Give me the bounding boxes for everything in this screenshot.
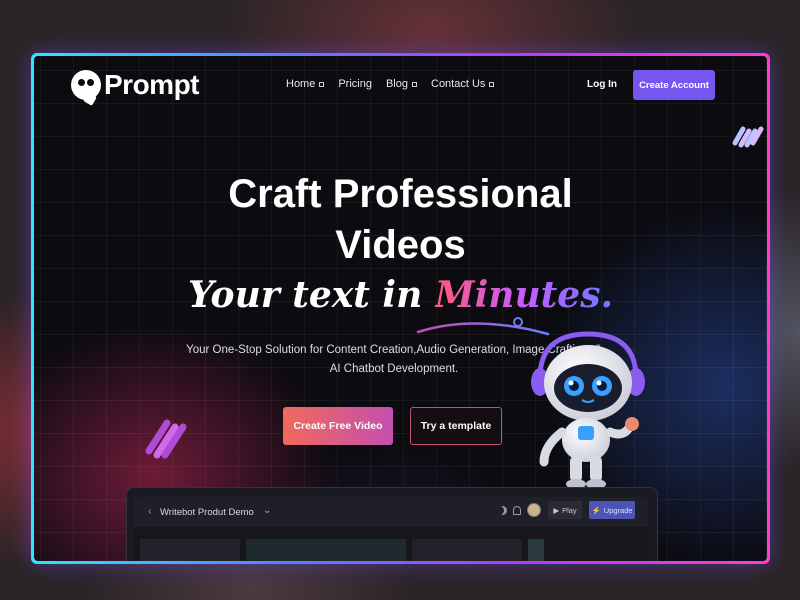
script-prefix: Your text in [187, 274, 435, 316]
create-account-button[interactable]: Create Account [633, 70, 715, 100]
upgrade-label: Upgrade [603, 505, 633, 515]
play-label: Play [562, 505, 577, 515]
nav-item-home[interactable]: Home [286, 78, 325, 90]
landing-page: Prompt Home Pricing Blog Contact Us Log … [34, 56, 767, 561]
avatar[interactable] [527, 503, 541, 517]
script-accent: Minutes. [434, 274, 613, 316]
hero-title-line1: Craft Professional [228, 172, 573, 216]
nav-item-blog[interactable]: Blog [386, 78, 417, 90]
dropdown-icon [412, 81, 417, 87]
upgrade-button[interactable]: ⚡ Upgrade [589, 501, 635, 519]
spring-decoration-icon [145, 419, 187, 459]
demo-toolbar: ‹ Writebot Produt Demo ⌄ ▶ Play ⚡ Upgrad… [134, 497, 648, 527]
dropdown-icon [489, 81, 495, 87]
demo-title: Writebot Produt Demo [160, 507, 254, 518]
nav-item-label: Pricing [338, 78, 372, 90]
demo-panel [140, 539, 240, 561]
login-link[interactable]: Log In [587, 79, 617, 90]
nav-item-label: Home [286, 78, 316, 90]
hero-title-line2: Videos [335, 223, 466, 267]
spring-decoration-icon [732, 126, 764, 148]
demo-panel [246, 539, 406, 561]
play-icon: ▶ [553, 505, 560, 515]
dropdown-icon [319, 81, 325, 87]
bell-icon[interactable] [513, 506, 521, 515]
demo-panel [412, 539, 522, 561]
nav-item-label: Contact Us [431, 78, 486, 90]
brand-name: Prompt [104, 69, 200, 100]
chevron-down-icon[interactable]: ⌄ [263, 505, 271, 516]
hero-script-tagline: Your text in Minutes. [34, 274, 767, 316]
robot-mascot-icon [531, 331, 645, 489]
back-icon[interactable]: ‹ [148, 506, 151, 517]
nav-item-contact[interactable]: Contact Us [431, 78, 495, 90]
create-free-video-button[interactable]: Create Free Video [283, 407, 393, 445]
brand-logo[interactable]: Prompt [71, 69, 200, 106]
demo-panel [528, 539, 544, 561]
main-nav: Home Pricing Blog Contact Us [286, 78, 495, 90]
moon-icon[interactable] [498, 506, 507, 515]
demo-preview-window: ‹ Writebot Produt Demo ⌄ ▶ Play ⚡ Upgrad… [134, 497, 648, 561]
nav-item-pricing[interactable]: Pricing [338, 78, 372, 90]
logo-face-icon [71, 70, 101, 106]
browser-frame: Prompt Home Pricing Blog Contact Us Log … [31, 53, 770, 564]
lightning-icon: ⚡ [591, 505, 601, 515]
play-button[interactable]: ▶ Play [548, 501, 582, 519]
try-template-button[interactable]: Try a template [410, 407, 502, 445]
nav-item-label: Blog [385, 78, 408, 90]
